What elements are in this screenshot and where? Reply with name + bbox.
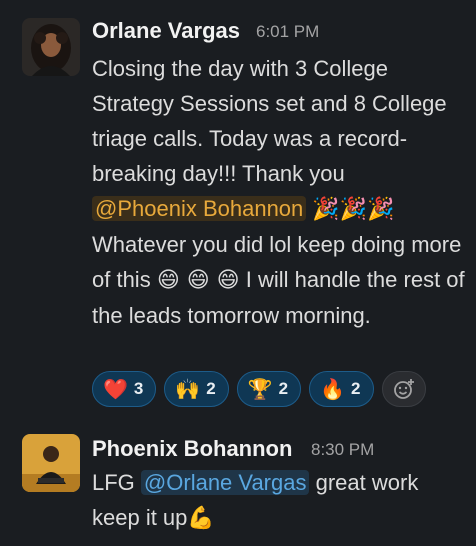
heart-icon: ❤️ [103,377,128,401]
message-text-part-1: Closing the day with 3 College Strategy … [92,56,447,186]
avatar-phoenix-image [22,434,80,492]
mention-phoenix[interactable]: @Phoenix Bohannon [92,196,307,221]
add-reaction-button[interactable] [381,371,426,407]
grinning-face-icon: 😄 😄 😄 [156,268,240,293]
reaction-raised-hands[interactable]: 🙌 2 [164,371,229,407]
raised-hands-icon: 🙌 [175,377,201,401]
message-text: Closing the day with 3 College Strategy … [92,51,467,333]
timestamp[interactable]: 6:01 PM [256,22,319,42]
reaction-bar: ❤️ 3 🙌 2 🏆 2 🔥 2 [92,371,426,409]
avatar-orlane-image [22,18,80,76]
avatar-phoenix[interactable] [22,434,80,492]
reaction-count: 3 [133,379,144,398]
author-name[interactable]: Phoenix Bohannon [92,436,292,462]
flexed-biceps-icon: 💪 [187,506,215,531]
reaction-trophy[interactable]: 🏆 2 [236,371,302,407]
message-orlane: Orlane Vargas 6:01 PM Closing the day wi… [0,0,476,420]
message-phoenix: Phoenix Bohannon 8:30 PM LFG @Orlane Var… [0,420,476,546]
mention-orlane[interactable]: @Orlane Vargas [140,470,310,495]
message-text: LFG @Orlane Vargas great work keep it up… [92,465,467,536]
add-reaction-icon [393,379,414,399]
reaction-count: 2 [351,379,361,398]
reaction-heart[interactable]: ❤️ 3 [92,371,157,407]
avatar-orlane[interactable] [22,18,80,76]
party-popper-icon: 🎉🎉🎉 [312,197,395,222]
reaction-count: 2 [206,379,216,398]
timestamp[interactable]: 8:30 PM [311,440,374,460]
trophy-icon: 🏆 [247,377,273,401]
reaction-count: 2 [278,379,289,398]
message-text-part-1: LFG [92,470,135,495]
reaction-fire[interactable]: 🔥 2 [309,371,374,407]
author-name[interactable]: Orlane Vargas [92,18,240,44]
fire-icon: 🔥 [320,377,346,401]
